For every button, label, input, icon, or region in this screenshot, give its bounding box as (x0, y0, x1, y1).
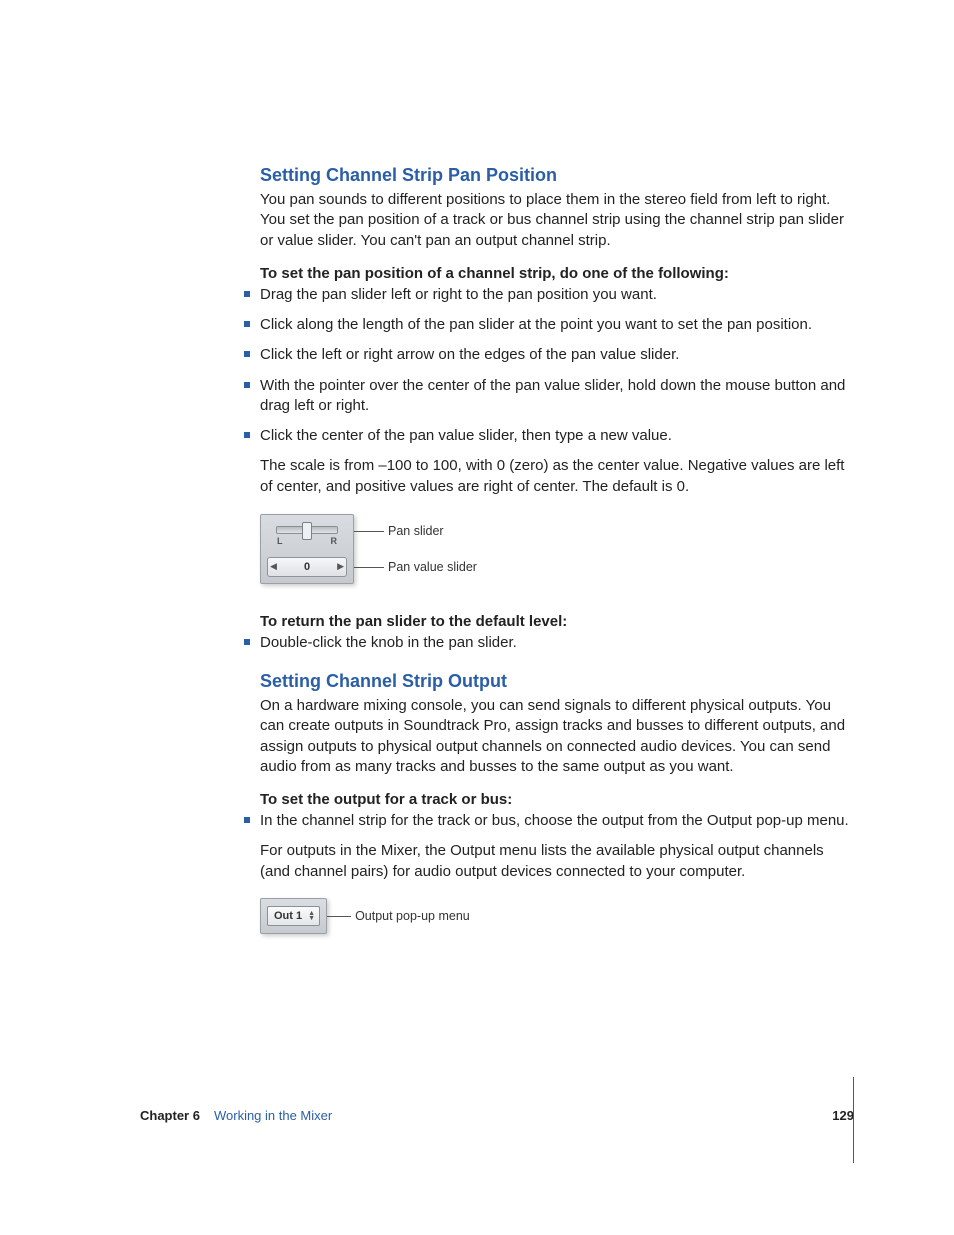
list-item: Double-click the knob in the pan slider. (260, 633, 849, 653)
pan-value-slider[interactable]: ◀ 0 ▶ (267, 557, 347, 577)
para-output-mixer: For outputs in the Mixer, the Output men… (260, 841, 849, 882)
page-footer: Chapter 6 Working in the Mixer 129 (140, 1108, 854, 1123)
list-item: Click along the length of the pan slider… (260, 315, 849, 335)
callout-pan-value-slider: Pan value slider (388, 560, 477, 574)
list-item: Click the center of the pan value slider… (260, 426, 849, 446)
list-set-output: In the channel strip for the track or bu… (260, 811, 849, 831)
stepper-arrows-icon[interactable]: ▲▼ (308, 911, 315, 921)
arrow-right-icon[interactable]: ▶ (337, 562, 344, 571)
para-pan-scale: The scale is from –100 to 100, with 0 (z… (260, 456, 849, 497)
figure-output-menu: Out 1 ▲▼ Output pop-up menu (260, 898, 849, 934)
list-item: Click the left or right arrow on the edg… (260, 345, 849, 365)
footer-rule (853, 1077, 854, 1163)
figure-pan-slider: L R ◀ 0 ▶ Pan slider Pan value slider (260, 513, 849, 585)
output-widget: Out 1 ▲▼ (260, 898, 327, 934)
list-set-pan: Drag the pan slider left or right to the… (260, 285, 849, 447)
callout-output-popup: Output pop-up menu (355, 909, 470, 923)
footer-chapter: Chapter 6 (140, 1108, 200, 1123)
pan-value-number[interactable]: 0 (304, 561, 310, 573)
list-item: In the channel strip for the track or bu… (260, 811, 849, 831)
footer-title: Working in the Mixer (214, 1108, 332, 1123)
page: Setting Channel Strip Pan Position You p… (0, 0, 954, 1235)
para-pan-intro: You pan sounds to different positions to… (260, 190, 849, 251)
pan-widget: L R ◀ 0 ▶ (260, 514, 354, 584)
heading-channel-output: Setting Channel Strip Output (260, 671, 849, 692)
list-item: With the pointer over the center of the … (260, 376, 849, 417)
output-popup-menu[interactable]: Out 1 ▲▼ (267, 906, 320, 926)
footer-page-number: 129 (832, 1108, 854, 1123)
pan-slider[interactable]: L R (267, 521, 347, 551)
list-item: Drag the pan slider left or right to the… (260, 285, 849, 305)
pan-knob[interactable] (302, 522, 312, 540)
pan-label-left: L (277, 536, 283, 546)
heading-pan-position: Setting Channel Strip Pan Position (260, 165, 849, 186)
output-selected-label: Out 1 (274, 910, 302, 922)
leadin-set-pan: To set the pan position of a channel str… (260, 265, 849, 282)
list-reset-pan: Double-click the knob in the pan slider. (260, 633, 849, 653)
leadin-set-output: To set the output for a track or bus: (260, 791, 849, 808)
para-output-intro: On a hardware mixing console, you can se… (260, 696, 849, 777)
leadin-reset-pan: To return the pan slider to the default … (260, 613, 849, 630)
arrow-left-icon[interactable]: ◀ (270, 562, 277, 571)
pan-label-right: R (331, 536, 338, 546)
callout-pan-slider: Pan slider (388, 524, 444, 538)
